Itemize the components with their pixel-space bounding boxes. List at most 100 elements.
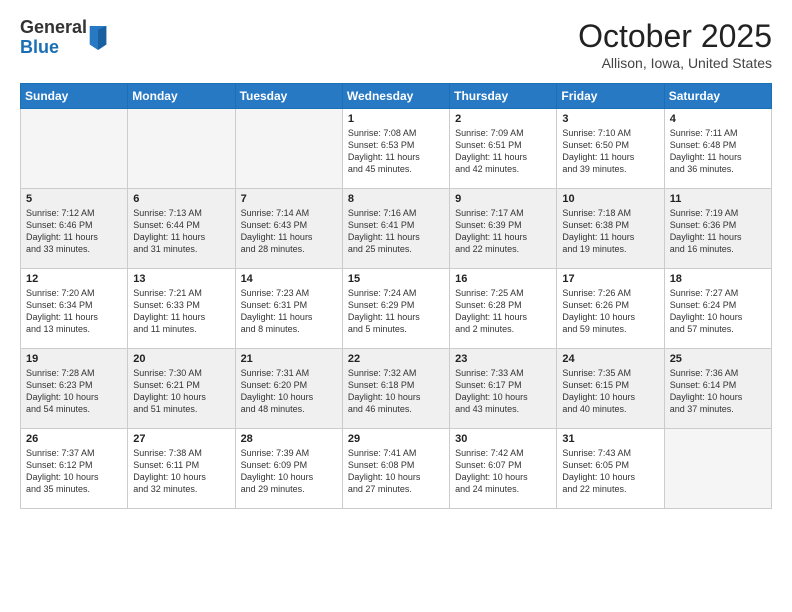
day-number: 20	[133, 353, 229, 365]
logo-text: General Blue	[20, 18, 87, 58]
day-info: Sunrise: 7:19 AM Sunset: 6:36 PM Dayligh…	[670, 207, 766, 256]
col-sunday: Sunday	[21, 84, 128, 109]
day-info: Sunrise: 7:41 AM Sunset: 6:08 PM Dayligh…	[348, 447, 444, 496]
day-number: 28	[241, 433, 337, 445]
logo-general: General	[20, 17, 87, 37]
calendar-week-3: 12 Sunrise: 7:20 AM Sunset: 6:34 PM Dayli…	[21, 269, 772, 349]
day-number: 7	[241, 193, 337, 205]
day-number: 3	[562, 113, 658, 125]
table-row: 14 Sunrise: 7:23 AM Sunset: 6:31 PM Dayli…	[235, 269, 342, 349]
day-number: 31	[562, 433, 658, 445]
table-row: 2Sunrise: 7:09 AM Sunset: 6:51 PM Daylig…	[450, 109, 557, 189]
day-info: Sunrise: 7:13 AM Sunset: 6:44 PM Dayligh…	[133, 207, 229, 256]
logo-blue: Blue	[20, 37, 59, 57]
table-row: 8Sunrise: 7:16 AM Sunset: 6:41 PM Daylig…	[342, 189, 449, 269]
day-number: 13	[133, 273, 229, 285]
day-info: Sunrise: 7:18 AM Sunset: 6:38 PM Dayligh…	[562, 207, 658, 256]
table-row: 9 Sunrise: 7:17 AM Sunset: 6:39 PM Daylig…	[450, 189, 557, 269]
day-number: 11	[670, 193, 766, 205]
table-row: 10 Sunrise: 7:18 AM Sunset: 6:38 PM Dayli…	[557, 189, 664, 269]
day-number: 19	[26, 353, 122, 365]
day-info: Sunrise: 7:28 AM Sunset: 6:23 PM Dayligh…	[26, 367, 122, 416]
title-block: October 2025 Allison, Iowa, United State…	[578, 18, 772, 71]
col-monday: Monday	[128, 84, 235, 109]
calendar: Sunday Monday Tuesday Wednesday Thursday…	[20, 83, 772, 509]
day-info: Sunrise: 7:25 AM Sunset: 6:28 PM Dayligh…	[455, 287, 551, 336]
table-row: 20 Sunrise: 7:30 AM Sunset: 6:21 PM Dayli…	[128, 349, 235, 429]
table-row: 13 Sunrise: 7:21 AM Sunset: 6:33 PM Dayli…	[128, 269, 235, 349]
day-info: Sunrise: 7:20 AM Sunset: 6:34 PM Dayligh…	[26, 287, 122, 336]
table-row: 11 Sunrise: 7:19 AM Sunset: 6:36 PM Dayli…	[664, 189, 771, 269]
day-number: 2	[455, 113, 551, 125]
table-row: 16 Sunrise: 7:25 AM Sunset: 6:28 PM Dayli…	[450, 269, 557, 349]
day-info: Sunrise: 7:33 AM Sunset: 6:17 PM Dayligh…	[455, 367, 551, 416]
table-row: 6 Sunrise: 7:13 AM Sunset: 6:44 PM Daylig…	[128, 189, 235, 269]
day-info: Sunrise: 7:21 AM Sunset: 6:33 PM Dayligh…	[133, 287, 229, 336]
day-number: 14	[241, 273, 337, 285]
day-number: 4	[670, 113, 766, 125]
page: General Blue October 2025 Allison, Iowa,…	[0, 0, 792, 612]
month-title: October 2025	[578, 18, 772, 55]
table-row: 15 Sunrise: 7:24 AM Sunset: 6:29 PM Dayli…	[342, 269, 449, 349]
day-number: 24	[562, 353, 658, 365]
day-info: Sunrise: 7:31 AM Sunset: 6:20 PM Dayligh…	[241, 367, 337, 416]
table-row: 29 Sunrise: 7:41 AM Sunset: 6:08 PM Dayli…	[342, 429, 449, 509]
table-row: 3 Sunrise: 7:10 AM Sunset: 6:50 PM Daylig…	[557, 109, 664, 189]
day-number: 26	[26, 433, 122, 445]
day-number: 30	[455, 433, 551, 445]
day-number: 9	[455, 193, 551, 205]
col-wednesday: Wednesday	[342, 84, 449, 109]
table-row: 5Sunrise: 7:12 AM Sunset: 6:46 PM Daylig…	[21, 189, 128, 269]
day-number: 6	[133, 193, 229, 205]
day-number: 27	[133, 433, 229, 445]
day-info: Sunrise: 7:35 AM Sunset: 6:15 PM Dayligh…	[562, 367, 658, 416]
day-info: Sunrise: 7:39 AM Sunset: 6:09 PM Dayligh…	[241, 447, 337, 496]
day-number: 12	[26, 273, 122, 285]
table-row: 24 Sunrise: 7:35 AM Sunset: 6:15 PM Dayli…	[557, 349, 664, 429]
col-tuesday: Tuesday	[235, 84, 342, 109]
day-number: 17	[562, 273, 658, 285]
day-info: Sunrise: 7:30 AM Sunset: 6:21 PM Dayligh…	[133, 367, 229, 416]
day-number: 23	[455, 353, 551, 365]
calendar-week-1: 1Sunrise: 7:08 AM Sunset: 6:53 PM Daylig…	[21, 109, 772, 189]
calendar-header-row: Sunday Monday Tuesday Wednesday Thursday…	[21, 84, 772, 109]
day-info: Sunrise: 7:10 AM Sunset: 6:50 PM Dayligh…	[562, 127, 658, 176]
day-info: Sunrise: 7:27 AM Sunset: 6:24 PM Dayligh…	[670, 287, 766, 336]
day-number: 10	[562, 193, 658, 205]
day-info: Sunrise: 7:32 AM Sunset: 6:18 PM Dayligh…	[348, 367, 444, 416]
table-row: 17 Sunrise: 7:26 AM Sunset: 6:26 PM Dayli…	[557, 269, 664, 349]
table-row: 22 Sunrise: 7:32 AM Sunset: 6:18 PM Dayli…	[342, 349, 449, 429]
table-row: 27Sunrise: 7:38 AM Sunset: 6:11 PM Dayli…	[128, 429, 235, 509]
day-number: 29	[348, 433, 444, 445]
day-info: Sunrise: 7:43 AM Sunset: 6:05 PM Dayligh…	[562, 447, 658, 496]
day-info: Sunrise: 7:17 AM Sunset: 6:39 PM Dayligh…	[455, 207, 551, 256]
location: Allison, Iowa, United States	[578, 55, 772, 71]
day-number: 25	[670, 353, 766, 365]
day-info: Sunrise: 7:26 AM Sunset: 6:26 PM Dayligh…	[562, 287, 658, 336]
day-info: Sunrise: 7:24 AM Sunset: 6:29 PM Dayligh…	[348, 287, 444, 336]
table-row: 7 Sunrise: 7:14 AM Sunset: 6:43 PM Daylig…	[235, 189, 342, 269]
day-info: Sunrise: 7:23 AM Sunset: 6:31 PM Dayligh…	[241, 287, 337, 336]
day-number: 16	[455, 273, 551, 285]
day-number: 15	[348, 273, 444, 285]
day-info: Sunrise: 7:14 AM Sunset: 6:43 PM Dayligh…	[241, 207, 337, 256]
table-row: 31 Sunrise: 7:43 AM Sunset: 6:05 PM Dayli…	[557, 429, 664, 509]
table-row: 4Sunrise: 7:11 AM Sunset: 6:48 PM Daylig…	[664, 109, 771, 189]
day-number: 18	[670, 273, 766, 285]
calendar-week-5: 26 Sunrise: 7:37 AM Sunset: 6:12 PM Dayli…	[21, 429, 772, 509]
day-number: 22	[348, 353, 444, 365]
table-row: 28 Sunrise: 7:39 AM Sunset: 6:09 PM Dayli…	[235, 429, 342, 509]
table-row: 12 Sunrise: 7:20 AM Sunset: 6:34 PM Dayli…	[21, 269, 128, 349]
day-number: 8	[348, 193, 444, 205]
col-friday: Friday	[557, 84, 664, 109]
table-row	[664, 429, 771, 509]
table-row: 23 Sunrise: 7:33 AM Sunset: 6:17 PM Dayli…	[450, 349, 557, 429]
table-row: 19 Sunrise: 7:28 AM Sunset: 6:23 PM Dayli…	[21, 349, 128, 429]
col-thursday: Thursday	[450, 84, 557, 109]
day-info: Sunrise: 7:08 AM Sunset: 6:53 PM Dayligh…	[348, 127, 444, 176]
day-info: Sunrise: 7:37 AM Sunset: 6:12 PM Dayligh…	[26, 447, 122, 496]
day-number: 5	[26, 193, 122, 205]
day-info: Sunrise: 7:36 AM Sunset: 6:14 PM Dayligh…	[670, 367, 766, 416]
table-row	[235, 109, 342, 189]
calendar-week-4: 19 Sunrise: 7:28 AM Sunset: 6:23 PM Dayli…	[21, 349, 772, 429]
